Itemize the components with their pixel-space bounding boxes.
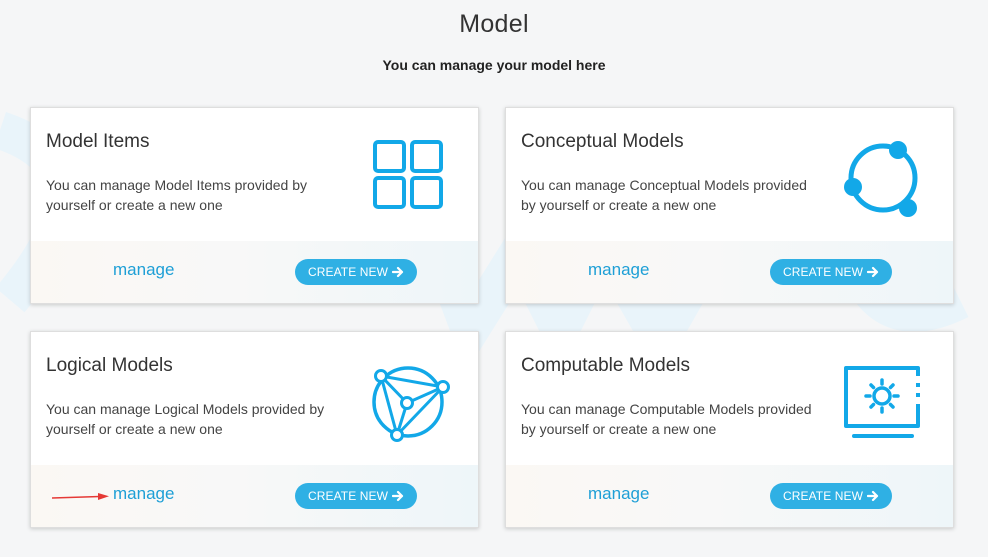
create-new-button[interactable]: CREATE NEW: [770, 259, 892, 285]
create-new-button[interactable]: CREATE NEW: [770, 483, 892, 509]
card-title: Conceptual Models: [521, 131, 684, 152]
create-new-button[interactable]: CREATE NEW: [295, 483, 417, 509]
card-model-items: Model Items You can manage Model Items p…: [30, 107, 479, 304]
arrow-right-icon: [392, 266, 404, 278]
create-new-label: CREATE NEW: [782, 265, 864, 279]
manage-link[interactable]: manage: [588, 484, 649, 504]
card-title: Model Items: [46, 131, 150, 152]
card-description: You can manage Logical Models provided b…: [46, 401, 325, 437]
page-subtitle: You can manage your model here: [382, 57, 606, 73]
network-icon: [372, 366, 450, 442]
manage-link[interactable]: manage: [113, 260, 174, 280]
card-title: Computable Models: [521, 355, 690, 376]
create-new-label: CREATE NEW: [307, 265, 389, 279]
monitor-gear-icon: [844, 366, 920, 438]
page-title: Model: [459, 10, 529, 38]
card-title: Logical Models: [46, 355, 173, 376]
card-description: You can manage Computable Models provide…: [521, 401, 812, 437]
manage-link[interactable]: manage: [113, 484, 174, 504]
create-new-button[interactable]: CREATE NEW: [295, 259, 417, 285]
card-description: You can manage Model Items provided by y…: [46, 177, 307, 213]
create-new-label: CREATE NEW: [307, 489, 389, 503]
arrow-right-icon: [867, 490, 879, 502]
create-new-label: CREATE NEW: [782, 489, 864, 503]
card-footer: manage CREATE NEW: [31, 241, 478, 303]
annotation-arrow-icon: [52, 493, 109, 500]
grid-icon: [373, 140, 443, 209]
card-description: You can manage Conceptual Models provide…: [521, 177, 807, 213]
arrow-right-icon: [392, 490, 404, 502]
card-computable-models: Computable Models You can manage Computa…: [505, 331, 954, 528]
circle-nodes-icon: [844, 141, 918, 217]
card-conceptual-models: Conceptual Models You can manage Concept…: [505, 107, 954, 304]
arrow-right-icon: [867, 266, 879, 278]
manage-link[interactable]: manage: [588, 260, 649, 280]
card-footer: manage CREATE NEW: [506, 465, 953, 527]
card-footer: manage CREATE NEW: [506, 241, 953, 303]
